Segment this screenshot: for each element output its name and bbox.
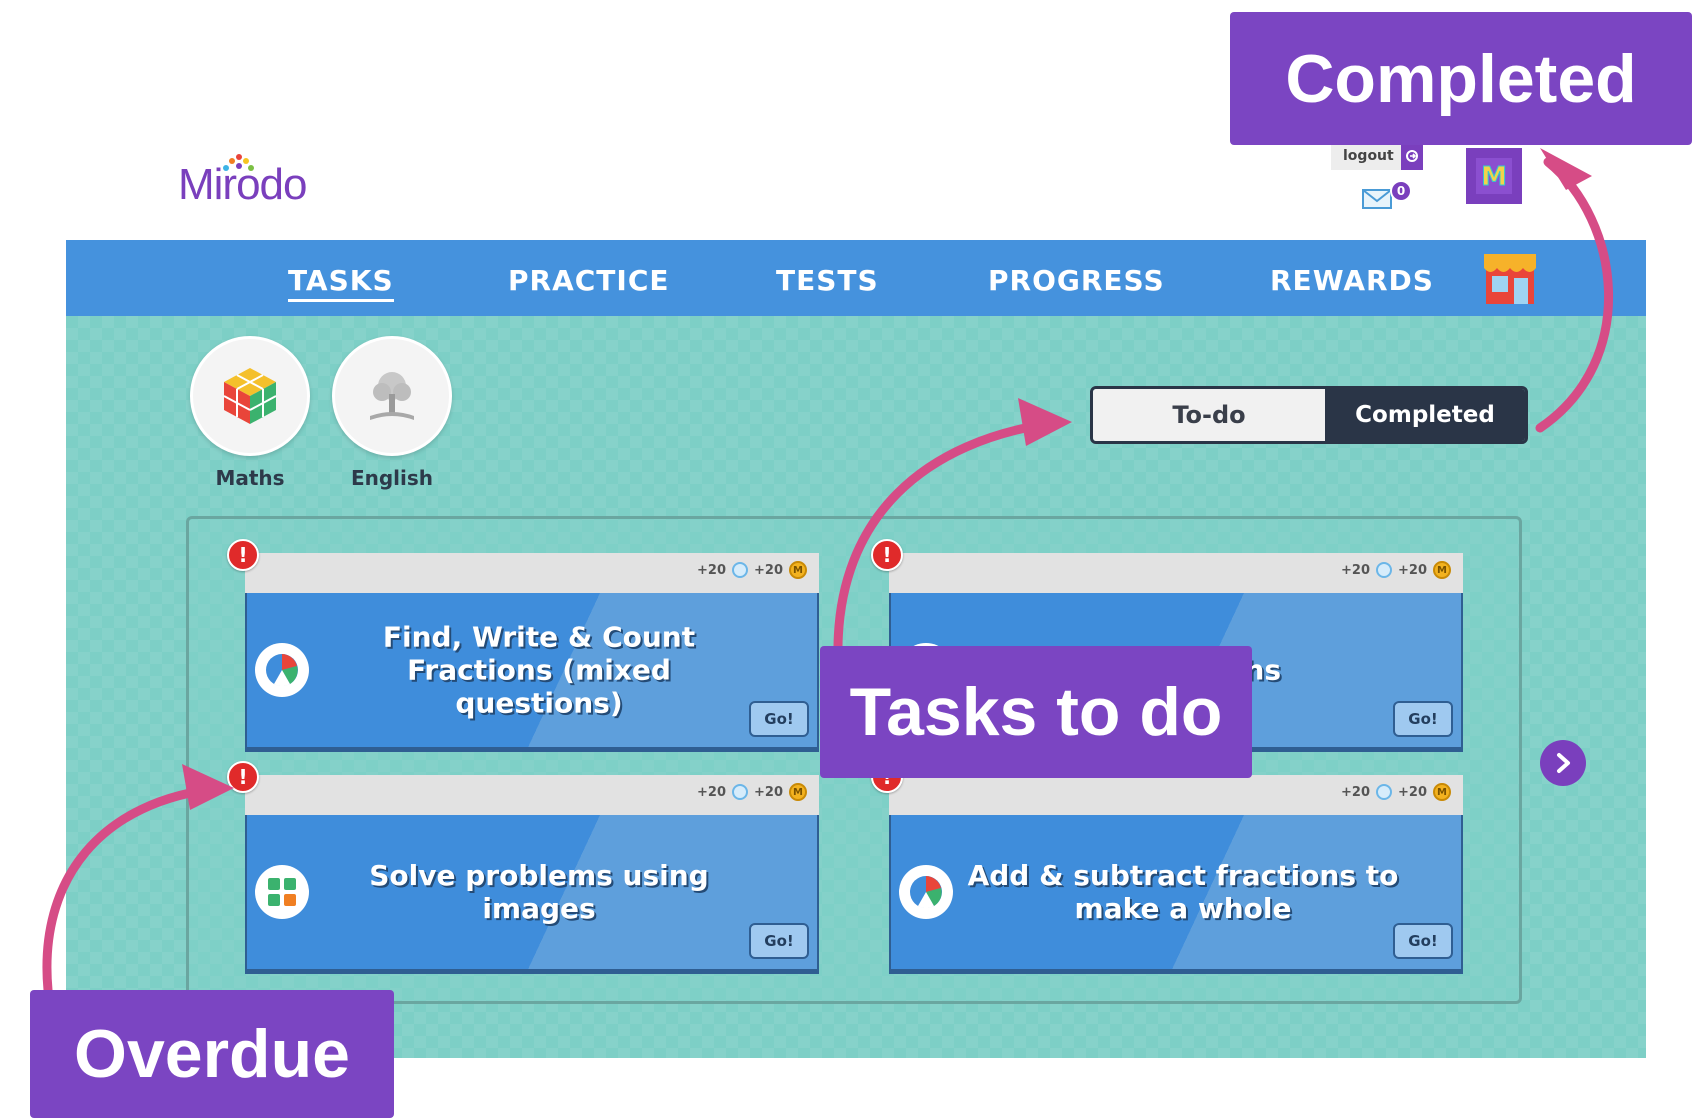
- task-title: Solve problems using images: [369, 859, 709, 925]
- card-body: Find, Write & Count Fractions (mixed que…: [245, 593, 819, 749]
- grid-blocks-icon: [255, 865, 309, 919]
- logout-label: logout: [1343, 148, 1394, 164]
- gem-reward: +20: [697, 784, 727, 800]
- overdue-badge: !: [227, 761, 259, 793]
- toggle-todo-button[interactable]: To-do: [1093, 389, 1325, 441]
- task-card[interactable]: +20 +20 M Add & subtract fractions to mak…: [889, 775, 1463, 971]
- avatar-letter: M: [1481, 162, 1507, 192]
- gem-icon: [732, 784, 749, 800]
- task-status-toggle: To-do Completed: [1090, 386, 1528, 444]
- subject-label: English: [350, 466, 434, 490]
- mail-count-badge: 0: [1390, 180, 1412, 202]
- gem-icon: [1376, 562, 1393, 578]
- task-title: Add & subtract fractions to make a whole: [967, 859, 1399, 925]
- go-button[interactable]: Go!: [1393, 701, 1453, 737]
- logout-icon: [1401, 142, 1423, 170]
- card-body: Solve problems using images Go!: [245, 815, 819, 971]
- main-nav: TASKS PRACTICE TESTS PROGRESS REWARDS: [66, 240, 1646, 316]
- go-button[interactable]: Go!: [749, 701, 809, 737]
- coin-icon: M: [1433, 783, 1451, 801]
- card-rewards: +20 +20 M: [1341, 783, 1451, 801]
- coin-icon: M: [1433, 561, 1451, 579]
- chevron-right-icon: [1557, 753, 1570, 773]
- card-header: +20 +20 M: [889, 553, 1463, 593]
- shop-icon[interactable]: [1480, 248, 1540, 308]
- card-header: +20 +20 M: [245, 553, 819, 593]
- card-rewards: +20 +20 M: [1341, 561, 1451, 579]
- card-body: Add & subtract fractions to make a whole…: [889, 815, 1463, 971]
- task-title: Find, Write & Count Fractions (mixed que…: [382, 620, 696, 720]
- coin-icon: M: [789, 561, 807, 579]
- completed-callout: Completed: [1230, 12, 1692, 145]
- toggle-completed-button[interactable]: Completed: [1325, 389, 1525, 441]
- gem-icon: [1376, 784, 1393, 800]
- card-header: +20 +20 M: [889, 775, 1463, 815]
- nav-tests[interactable]: TESTS: [776, 264, 879, 297]
- coin-reward: +20: [1398, 562, 1427, 578]
- avatar[interactable]: M: [1466, 148, 1522, 204]
- gem-reward: +20: [697, 562, 727, 578]
- subject-english[interactable]: English: [332, 336, 452, 490]
- overdue-badge: !: [227, 539, 259, 571]
- nav-rewards[interactable]: REWARDS: [1270, 264, 1434, 297]
- english-circle: [332, 336, 452, 456]
- overdue-callout: Overdue: [30, 990, 394, 1118]
- card-header: +20 +20 M: [245, 775, 819, 815]
- logout-button[interactable]: logout: [1331, 142, 1423, 170]
- go-button[interactable]: Go!: [749, 923, 809, 959]
- gem-icon: [732, 562, 749, 578]
- coin-reward: +20: [754, 784, 783, 800]
- maths-circle: [190, 336, 310, 456]
- mail-icon[interactable]: [1361, 186, 1393, 212]
- tasks-to-do-callout: Tasks to do: [820, 646, 1252, 778]
- go-button[interactable]: Go!: [1393, 923, 1453, 959]
- pie-chart-icon: [899, 865, 953, 919]
- overdue-badge: !: [871, 539, 903, 571]
- tree-book-icon: [370, 372, 414, 420]
- card-rewards: +20 +20 M: [697, 783, 807, 801]
- gem-reward: +20: [1341, 562, 1371, 578]
- coin-reward: +20: [754, 562, 783, 578]
- card-rewards: +20 +20 M: [697, 561, 807, 579]
- task-card[interactable]: +20 +20 M Find, Write & Count Fractions (…: [245, 553, 819, 749]
- nav-tasks[interactable]: TASKS: [288, 264, 394, 302]
- gem-reward: +20: [1341, 784, 1371, 800]
- logo-text: Mirodo: [178, 160, 307, 209]
- next-page-button[interactable]: [1540, 740, 1586, 786]
- nav-practice[interactable]: PRACTICE: [508, 264, 670, 297]
- subject-maths[interactable]: Maths: [190, 336, 310, 490]
- cube-icon: [223, 368, 277, 424]
- task-card[interactable]: +20 +20 M Solve problems using images Go!: [245, 775, 819, 971]
- coin-reward: +20: [1398, 784, 1427, 800]
- nav-progress[interactable]: PROGRESS: [988, 264, 1165, 297]
- coin-icon: M: [789, 783, 807, 801]
- avatar-icon: M: [1476, 158, 1512, 194]
- arrowhead-completed: [1540, 148, 1592, 190]
- pie-chart-icon: [255, 643, 309, 697]
- subject-label: Maths: [215, 466, 285, 490]
- task-title: ths: [1231, 653, 1281, 687]
